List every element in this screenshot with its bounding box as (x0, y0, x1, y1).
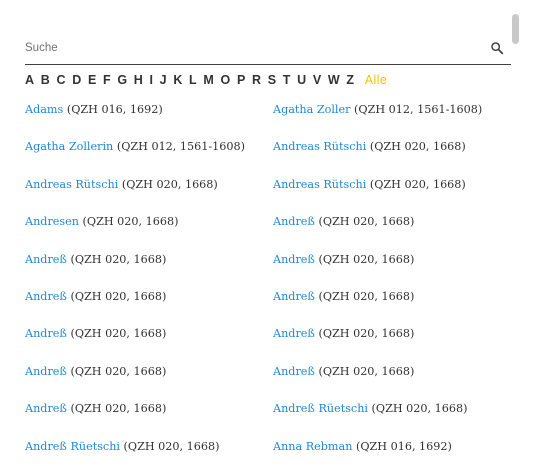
search-input[interactable] (25, 37, 465, 59)
list-item: Andreß Rüetschi (QZH 020, 1668) (273, 391, 467, 427)
letter-filter-w[interactable]: W (328, 73, 340, 87)
entry-name-link[interactable]: Andreß (25, 327, 67, 340)
entry-name-link[interactable]: Andresen (25, 215, 79, 228)
list-item: Andreß (QZH 020, 1668) (25, 391, 166, 427)
entry-source: (QZH 016, 1692) (355, 439, 452, 453)
entry-name-link[interactable]: Andreß (273, 253, 315, 266)
entry-source: (QZH 020, 1668) (318, 252, 415, 266)
letter-filter-all[interactable]: Alle (365, 73, 387, 87)
entry-source: (QZH 012, 1561-1608) (116, 140, 246, 154)
list-item: Anna Rebman (QZH 016, 1692) (273, 429, 452, 465)
entry-source: (QZH 020, 1668) (318, 364, 415, 378)
letter-filter-r[interactable]: R (252, 73, 261, 87)
entry-source: (QZH 020, 1668) (369, 140, 466, 154)
entry-source: (QZH 020, 1668) (70, 364, 167, 378)
list-item: Agatha Zollerin (QZH 012, 1561-1608) (25, 129, 245, 165)
entry-source: (QZH 020, 1668) (82, 215, 179, 229)
list-item: Andreß (QZH 020, 1668) (25, 279, 166, 315)
entry-name-link[interactable]: Andreß Rüetschi (273, 402, 368, 415)
letter-filter-o[interactable]: O (221, 73, 231, 87)
list-row: Agatha Zollerin (QZH 012, 1561-1608) Andr… (25, 129, 511, 165)
letter-filter-g[interactable]: G (117, 73, 127, 87)
letter-filter-a[interactable]: A (25, 73, 34, 87)
entry-name-link[interactable]: Andreß (25, 365, 67, 378)
list-row: Adams (QZH 016, 1692) Agatha Zoller (QZH … (25, 92, 511, 128)
scrollbar-thumb[interactable] (512, 14, 519, 44)
letter-filter-z[interactable]: Z (346, 73, 354, 87)
entry-source: (QZH 020, 1668) (369, 177, 466, 191)
letter-filter-e[interactable]: E (88, 73, 97, 87)
entry-name-link[interactable]: Andreas Rütschi (25, 178, 118, 191)
letter-filter-f[interactable]: F (103, 73, 111, 87)
entry-name-link[interactable]: Andreß (25, 290, 67, 303)
entry-name-link[interactable]: Andreß (273, 215, 315, 228)
entry-source: (QZH 020, 1668) (371, 402, 468, 416)
entry-name-link[interactable]: Agatha Zoller (273, 103, 350, 116)
letter-filter-j[interactable]: J (160, 73, 167, 87)
entry-name-link[interactable]: Andreß Rüetschi (25, 440, 120, 453)
letter-filter-l[interactable]: L (189, 73, 197, 87)
entry-name-link[interactable]: Agatha Zollerin (25, 140, 113, 153)
search-icon[interactable] (489, 40, 505, 56)
list-item: Andreß (QZH 020, 1668) (273, 204, 414, 240)
list-item: Andreß Rüetschi (QZH 020, 1668) (25, 429, 219, 465)
entry-name-link[interactable]: Andreas Rütschi (273, 140, 366, 153)
letter-filter-c[interactable]: C (56, 73, 65, 87)
entry-source: (QZH 020, 1668) (70, 252, 167, 266)
list-item: Andreas Rütschi (QZH 020, 1668) (25, 167, 218, 203)
list-item: Andreß (QZH 020, 1668) (25, 242, 166, 278)
entry-source: (QZH 020, 1668) (70, 327, 167, 341)
letter-filter-m[interactable]: M (203, 73, 214, 87)
list-item: Andreß (QZH 020, 1668) (25, 316, 166, 352)
entry-name-link[interactable]: Andreß (25, 402, 67, 415)
list-row: Andreß (QZH 020, 1668) Andreß Rüetschi (Q… (25, 391, 511, 427)
entry-name-link[interactable]: Andreß (25, 253, 67, 266)
entry-name-link[interactable]: Andreß (273, 327, 315, 340)
list-item: Agatha Zoller (QZH 012, 1561-1608) (273, 92, 482, 128)
entry-source: (QZH 020, 1668) (318, 327, 415, 341)
letter-filter-b[interactable]: B (41, 73, 50, 87)
entry-source: (QZH 020, 1668) (70, 402, 167, 416)
list-row: Andreß Rüetschi (QZH 020, 1668) Anna Rebm… (25, 429, 511, 465)
list-item: Andreß (QZH 020, 1668) (273, 279, 414, 315)
letter-filter-p[interactable]: P (237, 73, 246, 87)
list-item: Andreas Rütschi (QZH 020, 1668) (273, 129, 466, 165)
entry-name-link[interactable]: Andreß (273, 290, 315, 303)
entry-source: (QZH 020, 1668) (318, 290, 415, 303)
entry-source: (QZH 016, 1692) (66, 103, 163, 116)
entry-name-link[interactable]: Anna Rebman (273, 440, 352, 453)
entry-source: (QZH 020, 1668) (121, 177, 218, 191)
list-item: Andreß (QZH 020, 1668) (273, 316, 414, 352)
letter-filter-h[interactable]: H (134, 73, 143, 87)
letter-filter-i[interactable]: I (149, 73, 153, 87)
list-row: Andreß (QZH 020, 1668) Andreß (QZH 020, 1… (25, 316, 511, 352)
list-item: Andreas Rütschi (QZH 020, 1668) (273, 167, 466, 203)
entry-source: (QZH 020, 1668) (70, 290, 167, 303)
entry-source: (QZH 020, 1668) (318, 215, 415, 229)
entry-name-link[interactable]: Andreas Rütschi (273, 178, 366, 191)
entry-source: (QZH 012, 1561-1608) (354, 103, 483, 116)
list-row: Andresen (QZH 020, 1668) Andreß (QZH 020,… (25, 204, 511, 240)
letter-filter-k[interactable]: K (173, 73, 182, 87)
entry-name-link[interactable]: Andreß (273, 365, 315, 378)
letter-filter-s[interactable]: S (268, 73, 277, 87)
list-item: Andresen (QZH 020, 1668) (25, 204, 178, 240)
list-item: Andreß (QZH 020, 1668) (25, 354, 166, 390)
entry-name-link[interactable]: Adams (25, 103, 63, 116)
search-bar (25, 37, 511, 65)
list-item: Andreß (QZH 020, 1668) (273, 354, 414, 390)
letter-filter-v[interactable]: V (313, 73, 322, 87)
list-row: Andreß (QZH 020, 1668) Andreß (QZH 020, 1… (25, 242, 511, 278)
letter-filter-u[interactable]: U (297, 73, 306, 87)
entry-source: (QZH 020, 1668) (123, 439, 220, 453)
list-item: Adams (QZH 016, 1692) (25, 92, 163, 128)
list-row: Andreß (QZH 020, 1668) Andreß (QZH 020, 1… (25, 279, 511, 315)
list-row: Andreas Rütschi (QZH 020, 1668) Andreas R… (25, 167, 511, 203)
letter-filter-d[interactable]: D (72, 73, 81, 87)
list-row: Andreß (QZH 020, 1668) Andreß (QZH 020, 1… (25, 354, 511, 390)
alphabet-filter-bar: A B C D E F G H I J K L M O P R S T U V W Z Alle (25, 64, 511, 94)
list-item: Andreß (QZH 020, 1668) (273, 242, 414, 278)
letter-filter-t[interactable]: T (283, 73, 291, 87)
